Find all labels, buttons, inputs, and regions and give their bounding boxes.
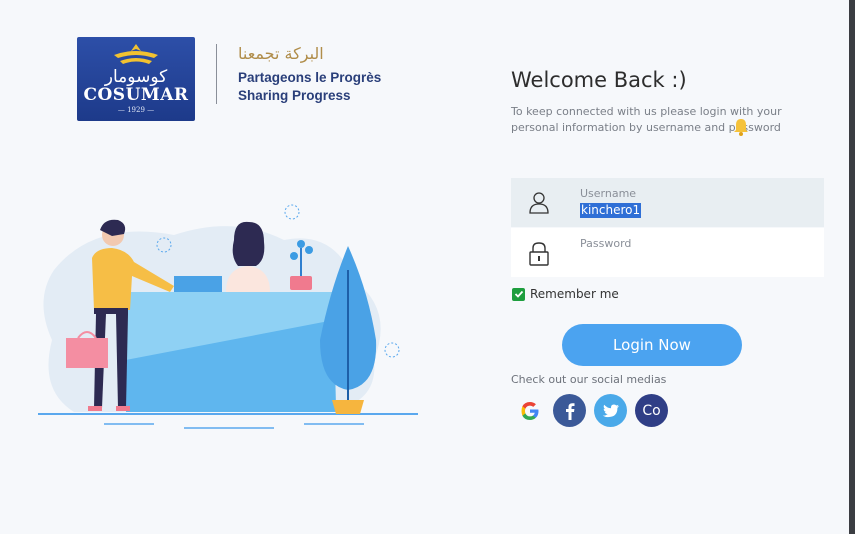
twitter-button[interactable]	[594, 394, 627, 427]
google-icon	[521, 401, 538, 420]
logo-divider	[216, 44, 217, 104]
twitter-icon	[602, 404, 619, 417]
logo-name: COSUMAR	[83, 85, 189, 105]
co-social-button[interactable]: Co	[635, 394, 668, 427]
remember-checkbox[interactable]	[512, 287, 525, 301]
facebook-icon	[565, 402, 574, 420]
cosumar-logo: كوسومار COSUMAR — 1929 —	[77, 37, 195, 121]
check-icon	[514, 290, 523, 298]
slogan-french: Partageons le Progrès	[238, 70, 382, 85]
password-input[interactable]	[580, 254, 810, 270]
password-label: Password	[580, 237, 632, 250]
username-input[interactable]: kinchero1	[580, 203, 642, 218]
login-button[interactable]: Login Now	[562, 324, 742, 366]
bell-icon	[734, 119, 748, 136]
slogan-english: Sharing Progress	[238, 88, 351, 103]
slogan-arabic: البركة تجمعنا	[238, 44, 324, 63]
google-button[interactable]	[513, 394, 546, 427]
welcome-title: Welcome Back :)	[511, 68, 687, 92]
remember-me[interactable]: Remember me	[512, 287, 619, 301]
login-window: كوسومار COSUMAR — 1929 — البركة تجمعنا P…	[0, 0, 849, 534]
window-edge	[849, 0, 855, 534]
social-label: Check out our social medias	[511, 373, 667, 386]
facebook-button[interactable]	[553, 394, 586, 427]
remember-label: Remember me	[530, 287, 619, 301]
username-field[interactable]: Username kinchero1	[511, 178, 824, 227]
reception-illustration	[38, 204, 418, 429]
crown-emblem-icon	[114, 44, 158, 64]
logo-year: — 1929 —	[117, 106, 155, 114]
password-field[interactable]: Password	[511, 228, 824, 277]
username-label: Username	[580, 187, 637, 200]
lock-icon	[529, 242, 549, 266]
login-info-text: To keep connected with us please login w…	[511, 105, 782, 134]
logo-arabic-text: كوسومار	[104, 67, 168, 87]
user-icon	[529, 192, 549, 214]
